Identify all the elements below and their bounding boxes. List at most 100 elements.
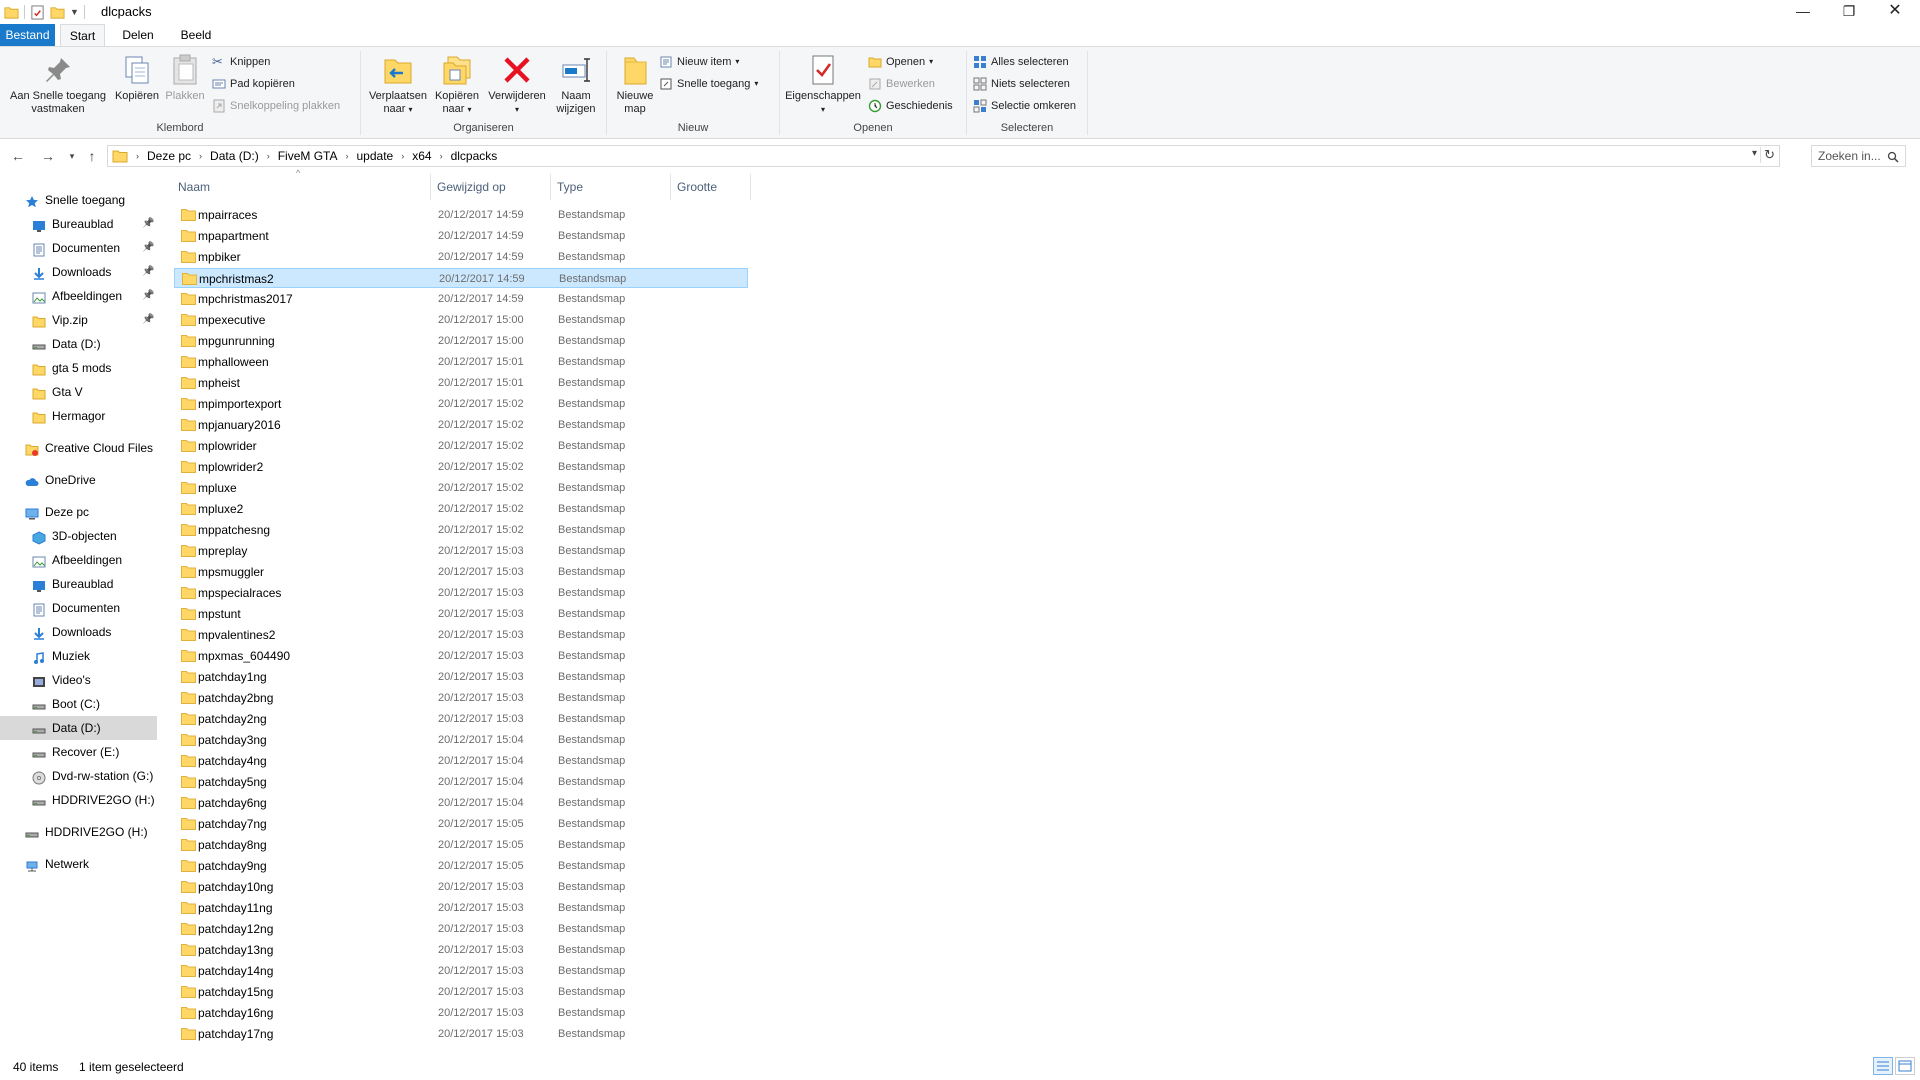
file-row[interactable]: patchday12ng 20/12/2017 15:03 Bestandsmap [174, 919, 748, 939]
properties-button[interactable]: Eigenschappen ▾ [782, 53, 864, 116]
nav-pc-item[interactable]: Recover (E:) [0, 740, 157, 764]
history-button[interactable]: Geschiedenis [868, 97, 953, 115]
file-row[interactable]: mpchristmas2 20/12/2017 14:59 Bestandsmap [174, 268, 748, 288]
restore-button[interactable]: ❐ [1826, 0, 1872, 24]
file-row[interactable]: patchday2bng 20/12/2017 15:03 Bestandsmap [174, 688, 748, 708]
search-input[interactable]: Zoeken in... [1818, 149, 1881, 163]
breadcrumb-item[interactable]: Data (D:) [210, 149, 259, 163]
new-item-button[interactable]: Nieuw item ▾ [659, 53, 739, 71]
file-row[interactable]: mppatchesng 20/12/2017 15:02 Bestandsmap [174, 520, 748, 540]
column-header-size[interactable]: Grootte [673, 174, 751, 200]
nav-quick-item[interactable]: Documenten 📌 [0, 236, 157, 260]
close-button[interactable]: ✕ [1872, 0, 1918, 24]
minimize-button[interactable]: — [1780, 0, 1826, 24]
file-row[interactable]: patchday14ng 20/12/2017 15:03 Bestandsmap [174, 961, 748, 981]
file-row[interactable]: patchday3ng 20/12/2017 15:04 Bestandsmap [174, 730, 748, 750]
invert-selection-button[interactable]: Selectie omkeren [973, 97, 1076, 115]
nav-pc-item[interactable]: Boot (C:) [0, 692, 157, 716]
tab-file[interactable]: Bestand [0, 24, 55, 46]
paste-button[interactable]: Plakken [162, 53, 208, 103]
column-header-type[interactable]: Type [553, 174, 671, 200]
nav-pc-item[interactable]: Video's [0, 668, 157, 692]
breadcrumb-separator-icon[interactable]: › [346, 151, 349, 161]
file-row[interactable]: patchday11ng 20/12/2017 15:03 Bestandsmap [174, 898, 748, 918]
nav-hddrive[interactable]: HDDRIVE2GO (H:) [0, 820, 157, 844]
file-row[interactable]: mpairraces 20/12/2017 14:59 Bestandsmap [174, 205, 748, 225]
back-button[interactable]: ← [8, 147, 28, 165]
large-icons-view-button[interactable] [1895, 1057, 1915, 1075]
file-row[interactable]: patchday16ng 20/12/2017 15:03 Bestandsmap [174, 1003, 748, 1023]
new-folder-icon[interactable] [50, 5, 65, 20]
delete-button[interactable]: Verwijderen ▾ [485, 53, 549, 116]
qat-customize-icon[interactable]: ▼ [70, 7, 79, 17]
details-view-button[interactable] [1873, 1057, 1893, 1075]
nav-quick-item[interactable]: Data (D:) [0, 332, 157, 356]
nav-pc-item[interactable]: Bureaublad [0, 572, 157, 596]
file-row[interactable]: mpvalentines2 20/12/2017 15:03 Bestandsmap [174, 625, 748, 645]
breadcrumb-item[interactable]: update [357, 149, 394, 163]
file-row[interactable]: mpspecialraces 20/12/2017 15:03 Bestandsma… [174, 583, 748, 603]
file-row[interactable]: mpbiker 20/12/2017 14:59 Bestandsmap [174, 247, 748, 267]
nav-quick-access[interactable]: Snelle toegang [0, 188, 157, 212]
nav-quick-item[interactable]: Afbeeldingen 📌 [0, 284, 157, 308]
nav-quick-item[interactable]: gta 5 mods [0, 356, 157, 380]
file-row[interactable]: mpheist 20/12/2017 15:01 Bestandsmap [174, 373, 748, 393]
file-row[interactable]: mpxmas_604490 20/12/2017 15:03 Bestandsmap [174, 646, 748, 666]
file-row[interactable]: mpexecutive 20/12/2017 15:00 Bestandsmap [174, 310, 748, 330]
file-row[interactable]: mplowrider 20/12/2017 15:02 Bestandsmap [174, 436, 748, 456]
file-row[interactable]: patchday13ng 20/12/2017 15:03 Bestandsmap [174, 940, 748, 960]
copy-path-button[interactable]: Pad kopiëren [212, 75, 295, 93]
paste-shortcut-button[interactable]: Snelkoppeling plakken [212, 97, 340, 115]
nav-quick-item[interactable]: Bureaublad 📌 [0, 212, 157, 236]
rename-button[interactable]: Naam wijzigen [551, 53, 601, 116]
nav-pc-item[interactable]: Documenten [0, 596, 157, 620]
up-button[interactable]: ↑ [82, 147, 102, 165]
new-folder-button[interactable]: Nieuwe map [611, 53, 659, 116]
nav-pc-item[interactable]: Data (D:) [0, 716, 157, 740]
easy-access-button[interactable]: Snelle toegang ▾ [659, 75, 758, 93]
nav-creative-cloud[interactable]: Creative Cloud Files [0, 436, 157, 460]
file-row[interactable]: mpimportexport 20/12/2017 15:02 Bestandsma… [174, 394, 748, 414]
file-row[interactable]: mpapartment 20/12/2017 14:59 Bestandsmap [174, 226, 748, 246]
nav-network[interactable]: Netwerk [0, 852, 157, 876]
move-to-button[interactable]: Verplaatsen naar ▾ [365, 53, 431, 116]
file-row[interactable]: patchday5ng 20/12/2017 15:04 Bestandsmap [174, 772, 748, 792]
file-row[interactable]: mpluxe 20/12/2017 15:02 Bestandsmap [174, 478, 748, 498]
file-row[interactable]: mpluxe2 20/12/2017 15:02 Bestandsmap [174, 499, 748, 519]
breadcrumb-separator-icon[interactable]: › [199, 151, 202, 161]
recent-locations-button[interactable]: ▾ [62, 147, 82, 165]
nav-quick-item[interactable]: Hermagor [0, 404, 157, 428]
address-dropdown-icon[interactable]: ▾ [1752, 148, 1757, 159]
nav-pc-item[interactable]: Downloads [0, 620, 157, 644]
tab-start[interactable]: Start [60, 24, 105, 46]
nav-onedrive[interactable]: OneDrive [0, 468, 157, 492]
copy-button[interactable]: Kopiëren [112, 53, 162, 103]
file-row[interactable]: mplowrider2 20/12/2017 15:02 Bestandsmap [174, 457, 748, 477]
column-header-name[interactable]: Naam [174, 174, 431, 200]
copy-to-button[interactable]: Kopiëren naar ▾ [431, 53, 483, 116]
breadcrumb-separator-icon[interactable]: › [267, 151, 270, 161]
nav-pc-item[interactable]: Afbeeldingen [0, 548, 157, 572]
file-row[interactable]: patchday6ng 20/12/2017 15:04 Bestandsmap [174, 793, 748, 813]
breadcrumb-item[interactable]: dlcpacks [451, 149, 498, 163]
forward-button[interactable]: → [38, 147, 58, 165]
nav-pc-item[interactable]: Dvd-rw-station (G:) [0, 764, 157, 788]
properties-icon[interactable] [30, 4, 45, 20]
edit-button[interactable]: Bewerken [868, 75, 935, 93]
file-row[interactable]: mphalloween 20/12/2017 15:01 Bestandsmap [174, 352, 748, 372]
file-row[interactable]: patchday9ng 20/12/2017 15:05 Bestandsmap [174, 856, 748, 876]
breadcrumb-item[interactable]: x64 [412, 149, 431, 163]
file-row[interactable]: patchday4ng 20/12/2017 15:04 Bestandsmap [174, 751, 748, 771]
file-row[interactable]: patchday1ng 20/12/2017 15:03 Bestandsmap [174, 667, 748, 687]
file-row[interactable]: mpjanuary2016 20/12/2017 15:02 Bestandsmap [174, 415, 748, 435]
file-row[interactable]: mpchristmas2017 20/12/2017 14:59 Bestandsm… [174, 289, 748, 309]
cut-button[interactable]: ✂ Knippen [212, 53, 270, 71]
nav-pc-item[interactable]: 3D-objecten [0, 524, 157, 548]
file-row[interactable]: mpreplay 20/12/2017 15:03 Bestandsmap [174, 541, 748, 561]
breadcrumb-item[interactable]: Deze pc [147, 149, 191, 163]
file-row[interactable]: patchday7ng 20/12/2017 15:05 Bestandsmap [174, 814, 748, 834]
open-button[interactable]: Openen ▾ [868, 53, 933, 71]
file-row[interactable]: patchday2ng 20/12/2017 15:03 Bestandsmap [174, 709, 748, 729]
select-none-button[interactable]: Niets selecteren [973, 75, 1070, 93]
file-row[interactable]: patchday15ng 20/12/2017 15:03 Bestandsmap [174, 982, 748, 1002]
